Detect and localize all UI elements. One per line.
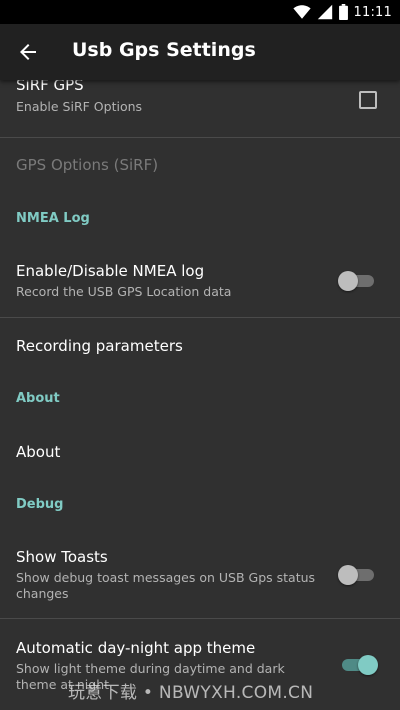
switch-thumb	[338, 565, 358, 585]
pref-sirf-gps-title: SiRF GPS	[16, 80, 84, 94]
battery-icon	[338, 4, 348, 20]
pref-about[interactable]: About	[0, 426, 400, 476]
pref-show-toasts-summary: Show debug toast messages on USB Gps sta…	[16, 570, 316, 601]
category-debug: Debug	[16, 497, 64, 512]
pref-gps-options-sirf[interactable]: GPS Options (SiRF)	[0, 138, 400, 193]
status-icons: 11:11	[292, 2, 392, 22]
switch-thumb	[338, 271, 358, 291]
wifi-icon	[292, 5, 311, 19]
day-night-theme-switch[interactable]	[338, 653, 378, 677]
arrow-back-icon[interactable]	[16, 40, 40, 64]
category-about: About	[16, 391, 60, 406]
pref-show-toasts-title: Show Toasts	[16, 548, 108, 566]
pref-recording-parameters-title: Recording parameters	[16, 337, 183, 355]
status-time: 11:11	[353, 4, 392, 20]
watermark: 玩意下载 • NBWYXH.COM.CN	[68, 683, 314, 703]
pref-enable-nmea-log-title: Enable/Disable NMEA log	[16, 262, 205, 280]
app-toolbar: Usb Gps Settings	[0, 24, 400, 80]
pref-sirf-gps[interactable]: SiRF GPS Enable SiRF Options	[0, 80, 400, 137]
status-bar: 11:11	[0, 0, 400, 24]
cellular-signal-icon	[317, 4, 332, 20]
sirf-gps-checkbox[interactable]	[359, 91, 377, 109]
pref-sirf-gps-summary: Enable SiRF Options	[16, 99, 143, 114]
pref-enable-nmea-log-summary: Record the USB GPS Location data	[16, 284, 232, 299]
nmea-log-switch[interactable]	[338, 269, 378, 293]
switch-thumb	[358, 655, 378, 675]
page-title: Usb Gps Settings	[72, 39, 256, 61]
pref-gps-options-sirf-title: GPS Options (SiRF)	[16, 156, 159, 174]
category-nmea-log: NMEA Log	[16, 211, 90, 226]
pref-about-title: About	[16, 443, 61, 461]
pref-enable-nmea-log[interactable]: Enable/Disable NMEA log Record the USB G…	[0, 250, 400, 318]
preferences-list[interactable]: SiRF GPS Enable SiRF Options GPS Options…	[0, 80, 400, 710]
show-toasts-switch[interactable]	[338, 563, 378, 587]
pref-day-night-theme-title: Automatic day-night app theme	[16, 639, 256, 657]
pref-recording-parameters[interactable]: Recording parameters	[0, 318, 400, 373]
pref-show-toasts[interactable]: Show Toasts Show debug toast messages on…	[0, 535, 400, 619]
